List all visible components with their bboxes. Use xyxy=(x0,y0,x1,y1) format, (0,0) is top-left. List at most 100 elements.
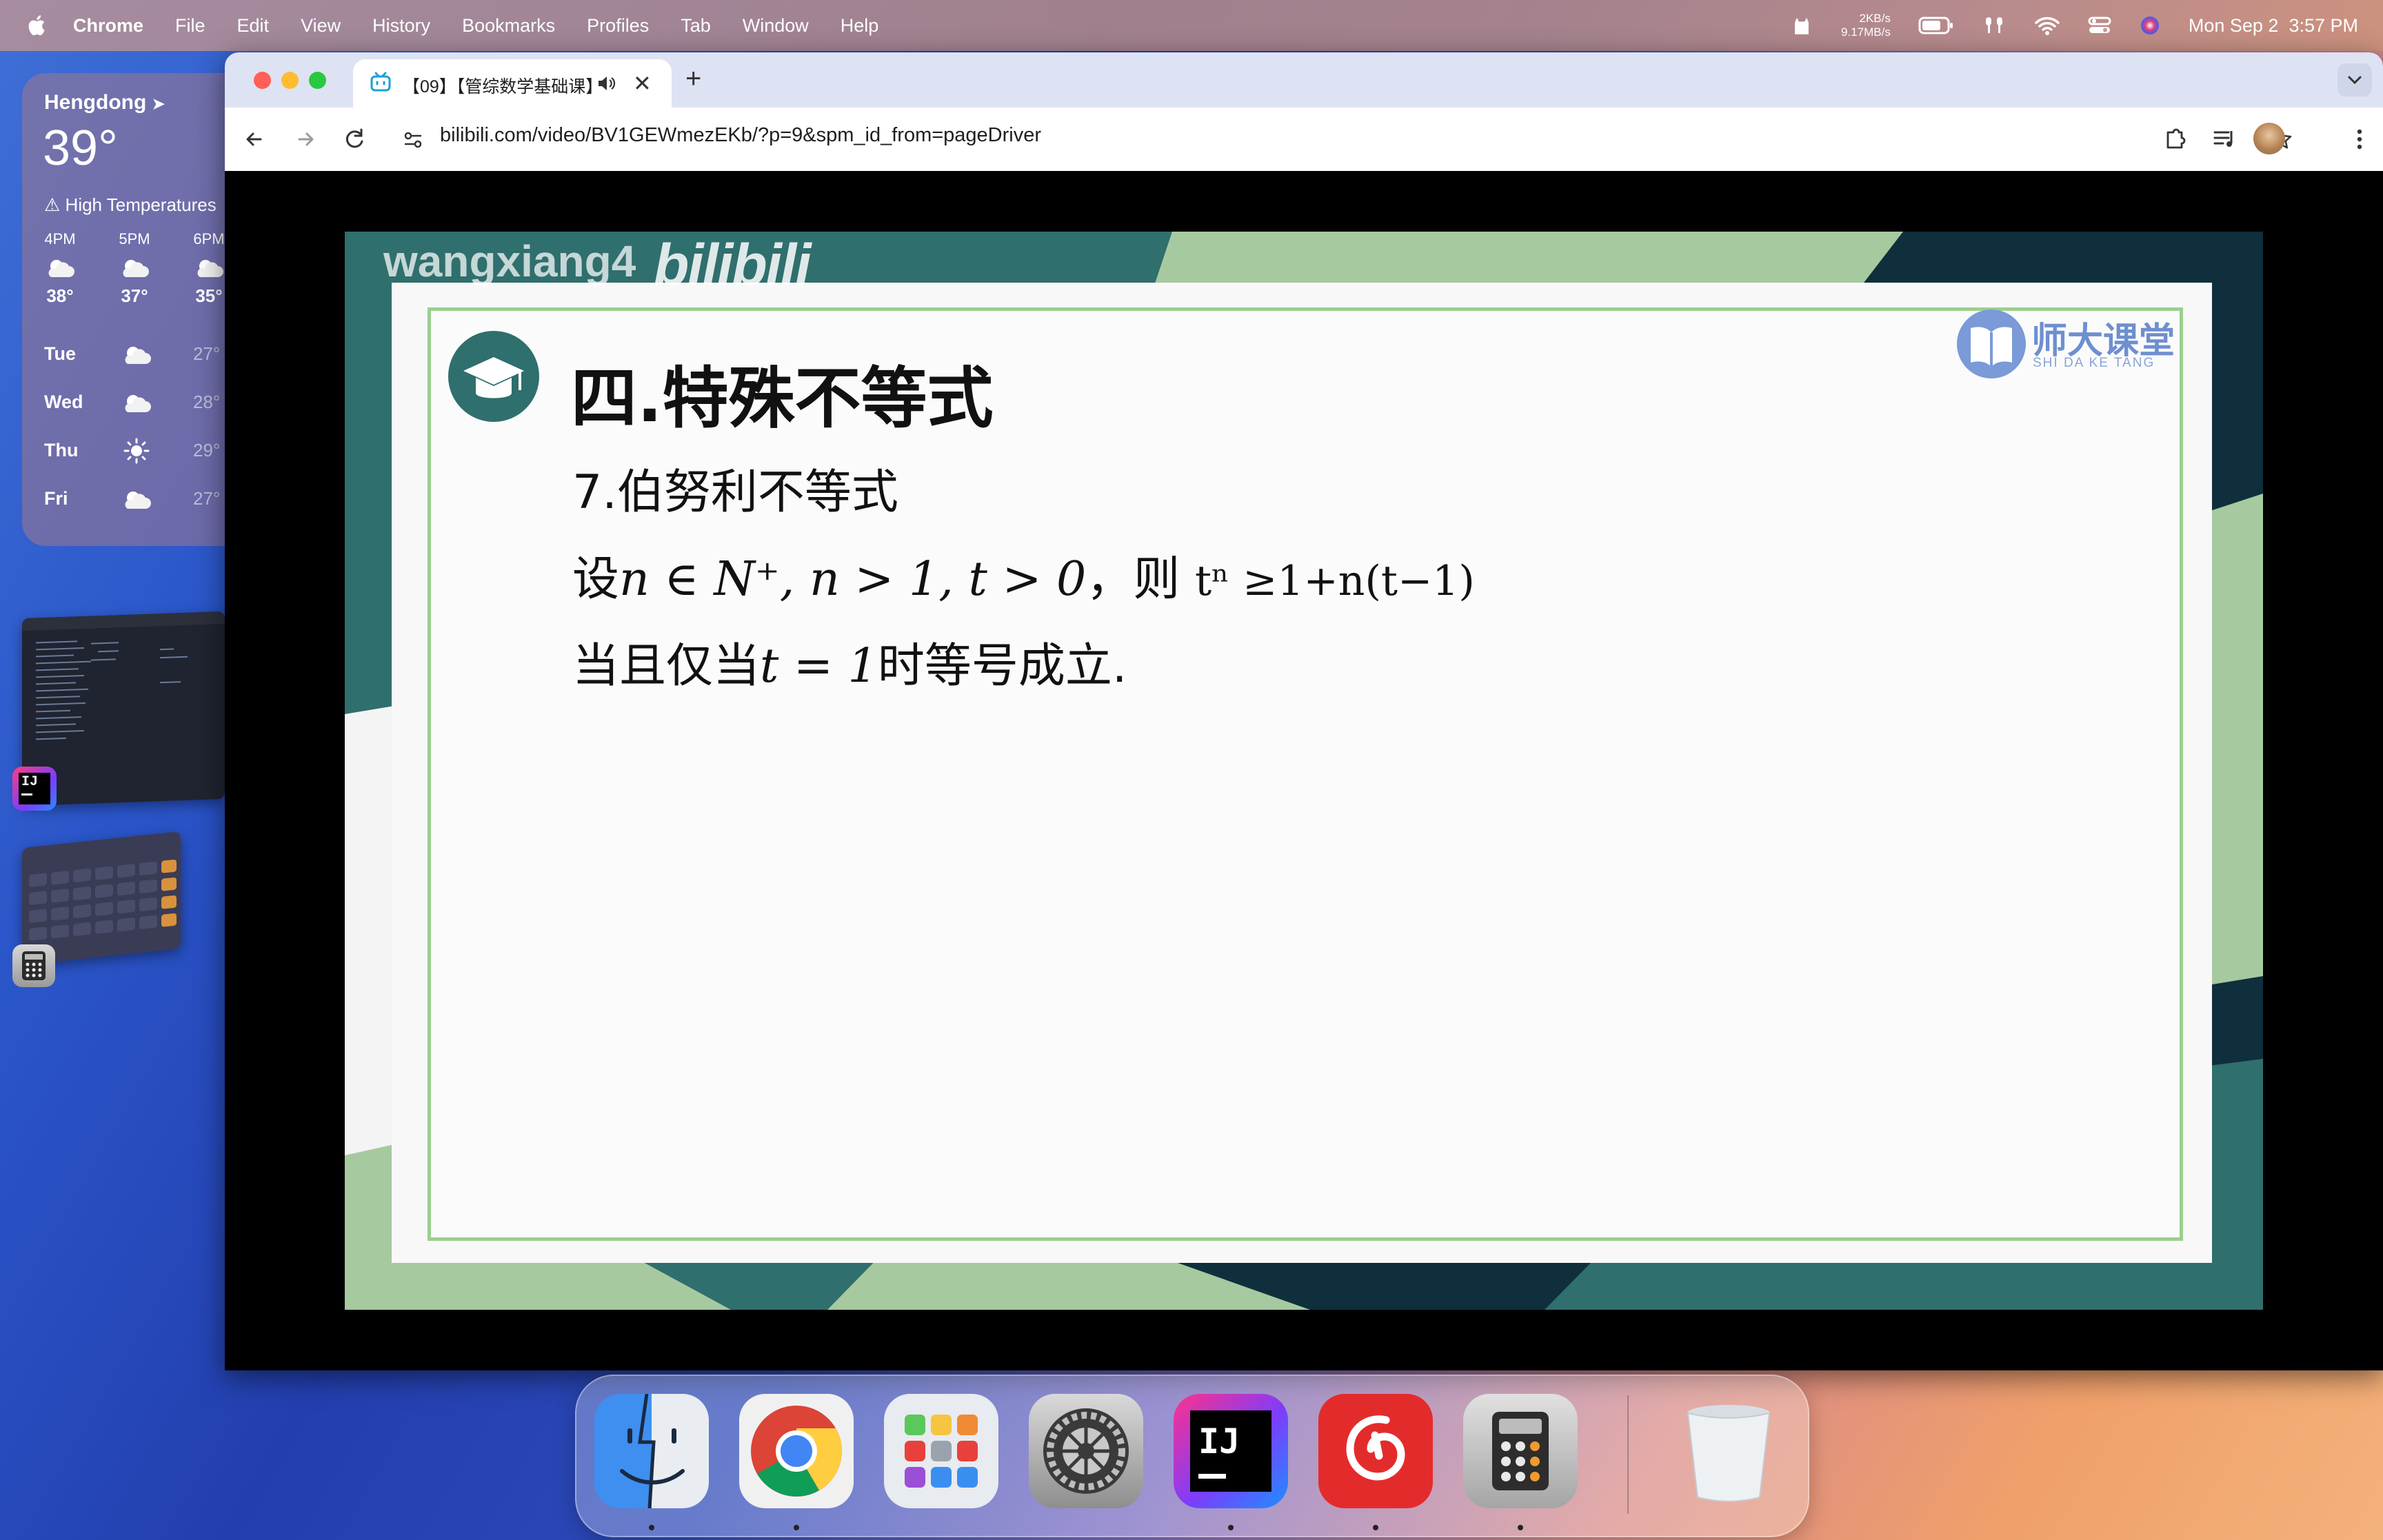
menu-bookmarks[interactable]: Bookmarks xyxy=(462,15,555,37)
line2-prefix: 当且仅当 xyxy=(572,639,761,693)
chrome-window: 【09】【管综数学基础课】 ✕ + bilibili.com/video/BV1… xyxy=(225,52,2383,1370)
line2-math: t = 1 xyxy=(760,639,878,693)
running-indicator xyxy=(1373,1525,1378,1530)
svg-text:IJ: IJ xyxy=(1198,1421,1240,1461)
weather-alert: ⚠ High Temperatures xyxy=(44,194,217,215)
day-temp: 27° xyxy=(193,488,221,509)
close-window-button[interactable] xyxy=(254,72,271,89)
weather-temperature: 39° xyxy=(43,121,118,176)
menu-app-name[interactable]: Chrome xyxy=(73,15,143,37)
uploader-watermark: wangxiang4 xyxy=(383,236,636,286)
slide-subtitle: 7.伯努利不等式 xyxy=(572,465,898,520)
close-tab-icon[interactable]: ✕ xyxy=(633,70,652,97)
menu-view[interactable]: View xyxy=(301,15,341,37)
menu-tab[interactable]: Tab xyxy=(681,15,711,37)
slide-title: 四.特殊不等式 xyxy=(571,360,994,437)
slide-inequality-line: 设n ∈ N⁺, n > 1, t > 0，则 tⁿ ≥1+n(t−1) xyxy=(572,540,1475,609)
zoom-window-button[interactable] xyxy=(309,72,326,89)
menu-profiles[interactable]: Profiles xyxy=(587,15,649,37)
hour-label: 4PM xyxy=(44,230,76,247)
dock-netease-music[interactable] xyxy=(1318,1394,1433,1508)
battery-icon[interactable] xyxy=(1918,15,1954,36)
url-path: /video/BV1GEWmezEKb/?p=9&spm_id_from=pag… xyxy=(532,124,1042,146)
partly-sunny-icon xyxy=(125,395,151,412)
day-label: Tue xyxy=(44,343,76,364)
dock-calculator[interactable] xyxy=(1463,1394,1578,1508)
dock-trash[interactable] xyxy=(1671,1394,1786,1508)
dock: IJ xyxy=(575,1375,1809,1537)
cat-icon[interactable] xyxy=(1790,14,1813,37)
apple-icon[interactable] xyxy=(26,14,50,37)
finder-icon xyxy=(620,1393,685,1509)
airpods-icon[interactable] xyxy=(1982,15,2007,36)
line2-suffix: 时等号成立. xyxy=(877,639,1127,693)
menu-help[interactable]: Help xyxy=(841,15,879,37)
book-logo-icon xyxy=(1957,310,2026,378)
bilibili-favicon-icon xyxy=(370,72,391,92)
media-controls-icon[interactable] xyxy=(2211,125,2238,153)
speaker-icon[interactable] xyxy=(596,73,616,94)
url-host: bilibili.com xyxy=(440,124,532,146)
tab-title: 【09】【管综数学基础课】 xyxy=(403,77,603,97)
day-label: Fri xyxy=(44,488,68,509)
line1-math: n ∈ N⁺, n > 1, t > 0 xyxy=(619,552,1087,607)
launchpad-icon xyxy=(905,1415,978,1488)
partly-sunny-icon xyxy=(125,347,151,364)
site-settings-icon[interactable] xyxy=(401,128,425,152)
network-speed[interactable]: 2KB/s 9.17MB/s xyxy=(1841,12,1891,39)
new-tab-icon[interactable]: + xyxy=(685,63,701,94)
slide-content-box xyxy=(428,307,2183,1241)
more-menu-icon[interactable] xyxy=(2351,125,2368,153)
menu-history[interactable]: History xyxy=(372,15,430,37)
day-temp: 27° xyxy=(193,343,221,364)
forward-arrow-icon[interactable] xyxy=(290,124,320,154)
siri-icon[interactable] xyxy=(2139,14,2161,37)
dock-separator xyxy=(1627,1395,1629,1514)
warning-icon: ⚠ xyxy=(44,194,61,215)
dock-finder[interactable] xyxy=(594,1393,709,1509)
menu-file[interactable]: File xyxy=(175,15,205,37)
intellij-icon: IJ xyxy=(1190,1410,1271,1492)
day-temp: 29° xyxy=(193,440,221,460)
brand-subtitle: SHI DA KE TANG xyxy=(2033,356,2155,370)
location-arrow-icon: ➤ xyxy=(152,95,165,112)
dock-intellij[interactable]: IJ xyxy=(1174,1394,1288,1508)
clock-datetime[interactable]: Mon Sep 2 3:57 PM xyxy=(2189,15,2358,37)
extensions-icon[interactable] xyxy=(2160,124,2190,154)
wifi-icon[interactable] xyxy=(2034,15,2060,36)
net-up: 2KB/s xyxy=(1859,12,1891,25)
running-indicator xyxy=(1518,1525,1523,1530)
reload-icon[interactable] xyxy=(339,124,370,154)
back-arrow-icon[interactable] xyxy=(240,124,270,154)
partly-sunny-icon xyxy=(125,492,151,509)
calculator-badge-icon[interactable] xyxy=(12,944,55,987)
running-indicator xyxy=(1228,1525,1234,1530)
line1-then: ，则 xyxy=(1086,552,1180,607)
control-center-icon[interactable] xyxy=(2088,15,2111,36)
profile-avatar[interactable] xyxy=(2253,123,2285,154)
intellij-badge-icon[interactable]: IJ xyxy=(12,767,57,811)
dock-chrome[interactable] xyxy=(739,1394,854,1508)
dock-system-settings[interactable] xyxy=(1029,1394,1143,1508)
menu-edit[interactable]: Edit xyxy=(237,15,270,37)
video-player[interactable]: wangxiang4 bilibili 四.特殊不等式 7.伯努利不等式 设n … xyxy=(225,171,2383,1370)
gear-icon xyxy=(1043,1408,1129,1494)
url-text: bilibili.com/video/BV1GEWmezEKb/?p=9&spm… xyxy=(440,124,1041,147)
dock-launchpad[interactable] xyxy=(884,1394,998,1508)
minimize-window-button[interactable] xyxy=(281,72,299,89)
brand-logo: 师大课堂 SHI DA KE TANG xyxy=(1955,306,2175,389)
chevron-down-icon xyxy=(2348,76,2362,85)
running-indicator xyxy=(649,1525,654,1530)
hourly-forecast: 5PM 37° xyxy=(103,230,165,307)
weather-widget[interactable]: Hengdong ➤ 39° ⚠ High Temperatures 4PM 3… xyxy=(22,73,250,546)
tab-search-button[interactable] xyxy=(2337,63,2372,97)
day-label: Thu xyxy=(44,440,79,460)
chrome-icon xyxy=(751,1406,842,1497)
net-down: 9.17MB/s xyxy=(1841,26,1891,39)
menu-bar: Chrome File Edit View History Bookmarks … xyxy=(0,0,2383,51)
hour-label: 5PM xyxy=(119,230,150,247)
hourly-forecast: 4PM 38° xyxy=(29,230,91,307)
netease-music-icon xyxy=(1346,1415,1405,1481)
tab-bilibili-video[interactable]: 【09】【管综数学基础课】 ✕ xyxy=(353,59,672,108)
menu-window[interactable]: Window xyxy=(743,15,809,37)
